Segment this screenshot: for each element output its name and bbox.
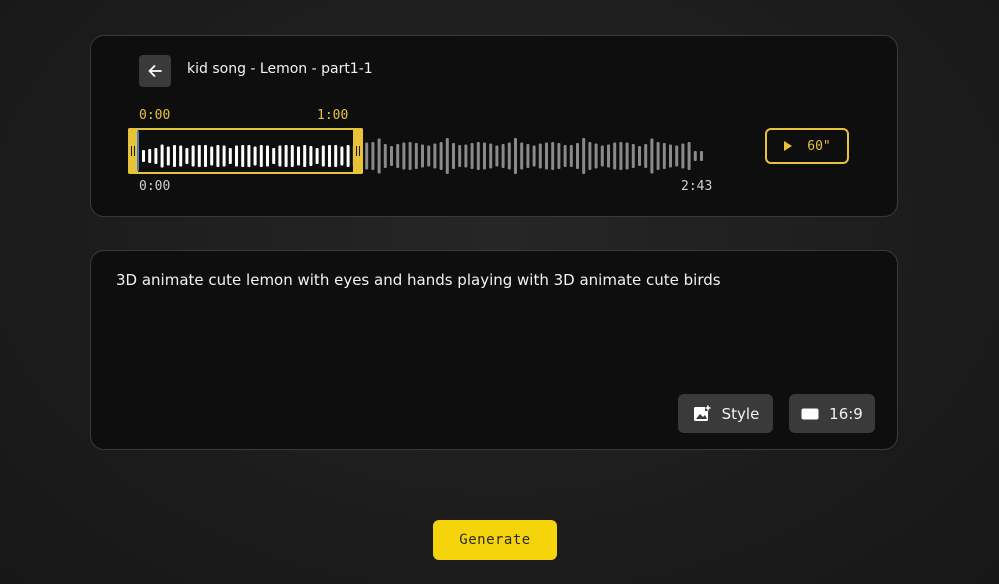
playhead-marker	[137, 131, 139, 171]
style-button[interactable]: Style	[678, 394, 773, 433]
waveform-bar	[489, 143, 493, 169]
waveform-bar	[408, 142, 412, 170]
arrow-left-icon	[148, 65, 162, 77]
waveform-bar	[582, 138, 586, 174]
waveform-bar	[545, 142, 548, 170]
waveform-bar	[631, 144, 635, 168]
prompt-text[interactable]: 3D animate cute lemon with eyes and hand…	[116, 270, 876, 290]
waveform-bar	[675, 145, 679, 167]
waveform-bar	[625, 142, 629, 170]
waveform-bar	[669, 144, 672, 168]
waveform-bar	[458, 145, 462, 167]
waveform-bar	[483, 142, 486, 170]
aspect-ratio-icon	[801, 408, 819, 419]
waveform-bar	[507, 142, 511, 170]
waveform-bar	[377, 138, 381, 174]
selection-start-time: 0:00	[139, 108, 171, 123]
waveform-bar	[594, 143, 598, 169]
selection-end-handle[interactable]	[353, 128, 363, 174]
waveform-bar	[551, 142, 555, 170]
style-button-label: Style	[721, 404, 760, 423]
waveform-bar	[371, 142, 375, 170]
waveform-bar	[557, 143, 561, 169]
waveform-bar	[563, 145, 567, 167]
waveform-bar	[514, 138, 517, 174]
waveform-bar	[700, 151, 703, 161]
aspect-ratio-button[interactable]: 16:9	[789, 394, 875, 433]
waveform-bar	[495, 145, 499, 167]
waveform-bar	[464, 144, 468, 168]
waveform-bar	[365, 142, 369, 170]
track-title: kid song - Lemon - part1-1	[187, 61, 373, 77]
audio-clip-card: kid song - Lemon - part1-1 0:00 1:00 0:0…	[90, 35, 898, 217]
selection-region[interactable]	[128, 128, 363, 174]
back-button[interactable]	[139, 55, 171, 87]
waveform-bar	[445, 138, 449, 174]
waveform-bar	[576, 143, 579, 169]
waveform-bar	[687, 142, 691, 170]
waveform-bar	[396, 144, 400, 168]
waveform-bar	[383, 144, 387, 168]
generate-button[interactable]: Generate	[433, 520, 557, 560]
waveform-bar	[452, 143, 455, 169]
play-duration-label: 60"	[807, 138, 831, 154]
waveform-bar	[569, 145, 573, 167]
waveform-bar	[607, 144, 610, 168]
waveform-bar	[638, 146, 641, 166]
waveform-bar	[427, 145, 431, 167]
waveform-bar	[619, 142, 623, 170]
waveform-bar	[414, 143, 418, 169]
waveform-bar	[433, 143, 437, 169]
prompt-card[interactable]: 3D animate cute lemon with eyes and hand…	[90, 250, 898, 450]
waveform-bar	[532, 145, 536, 167]
waveform-bar	[650, 138, 654, 174]
aspect-ratio-label: 16:9	[829, 404, 863, 423]
waveform-bar	[439, 142, 443, 170]
waveform-bar	[470, 143, 474, 169]
image-add-icon	[693, 404, 711, 421]
waveform-bar	[390, 146, 393, 166]
waveform-bar	[600, 145, 604, 167]
waveform-bar	[520, 142, 524, 170]
play-icon	[784, 141, 793, 151]
waveform-bar	[644, 144, 648, 168]
waveform-bar	[402, 142, 406, 170]
waveform-bar	[526, 144, 530, 168]
selection-end-time: 1:00	[317, 108, 349, 123]
waveform-bar	[538, 143, 542, 169]
waveform-bar	[662, 143, 666, 169]
waveform-bar	[613, 142, 617, 170]
waveform-bar	[501, 144, 505, 168]
track-end-time: 2:43	[681, 179, 713, 194]
waveform-bar	[476, 142, 480, 170]
waveform-bar	[656, 142, 660, 170]
waveform-bar	[588, 142, 592, 170]
waveform-bar	[681, 143, 685, 169]
play-preview-button[interactable]: 60"	[765, 128, 849, 164]
waveform-bar	[693, 151, 697, 161]
waveform-bar	[421, 144, 424, 168]
track-start-time: 0:00	[139, 179, 171, 194]
